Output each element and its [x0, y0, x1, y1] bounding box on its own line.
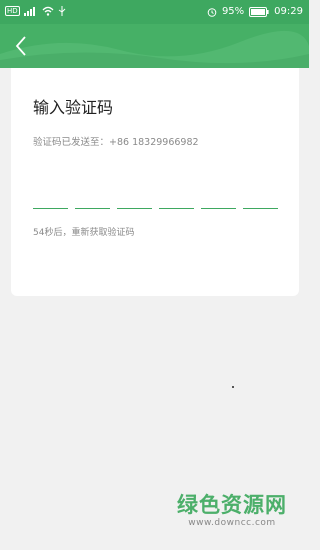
signal-icon [23, 7, 35, 16]
phone-number: +86 18329966982 [109, 137, 199, 148]
header-wave-decoration [0, 30, 309, 68]
code-slot-2[interactable] [75, 194, 110, 209]
usb-icon [58, 6, 66, 16]
status-right: 95% 09:29 [207, 6, 303, 17]
watermark: 绿色资源网 www.downcc.com [177, 495, 287, 528]
watermark-url: www.downcc.com [188, 518, 276, 528]
resend-countdown[interactable]: 54秒后，重新获取验证码 [33, 225, 134, 238]
status-left-icons: HD [5, 6, 66, 16]
chevron-left-icon [15, 36, 26, 56]
back-button[interactable] [10, 34, 34, 58]
battery-percent: 95% [221, 6, 245, 17]
code-slot-5[interactable] [201, 194, 236, 209]
clock: 09:29 [274, 6, 303, 17]
code-slot-6[interactable] [243, 194, 278, 209]
alarm-icon [207, 7, 217, 17]
code-slot-1[interactable] [33, 194, 68, 209]
battery-icon [249, 6, 269, 17]
header-bar [0, 24, 309, 68]
page-title: 输入验证码 [33, 98, 114, 117]
code-input-row[interactable] [33, 194, 278, 209]
code-slot-3[interactable] [117, 194, 152, 209]
code-slot-4[interactable] [159, 194, 194, 209]
hd-icon: HD [5, 6, 20, 16]
status-bar: HD 95% 09:29 [0, 0, 309, 24]
sent-prefix: 验证码已发送至： [33, 137, 110, 148]
stray-dot [232, 386, 234, 388]
watermark-title: 绿色资源网 [177, 493, 287, 517]
sent-to-text: 验证码已发送至：+86 18329966982 [33, 134, 199, 148]
verification-card: 输入验证码 验证码已发送至：+86 18329966982 54秒后，重新获取验… [11, 68, 299, 296]
wifi-icon [42, 6, 54, 16]
